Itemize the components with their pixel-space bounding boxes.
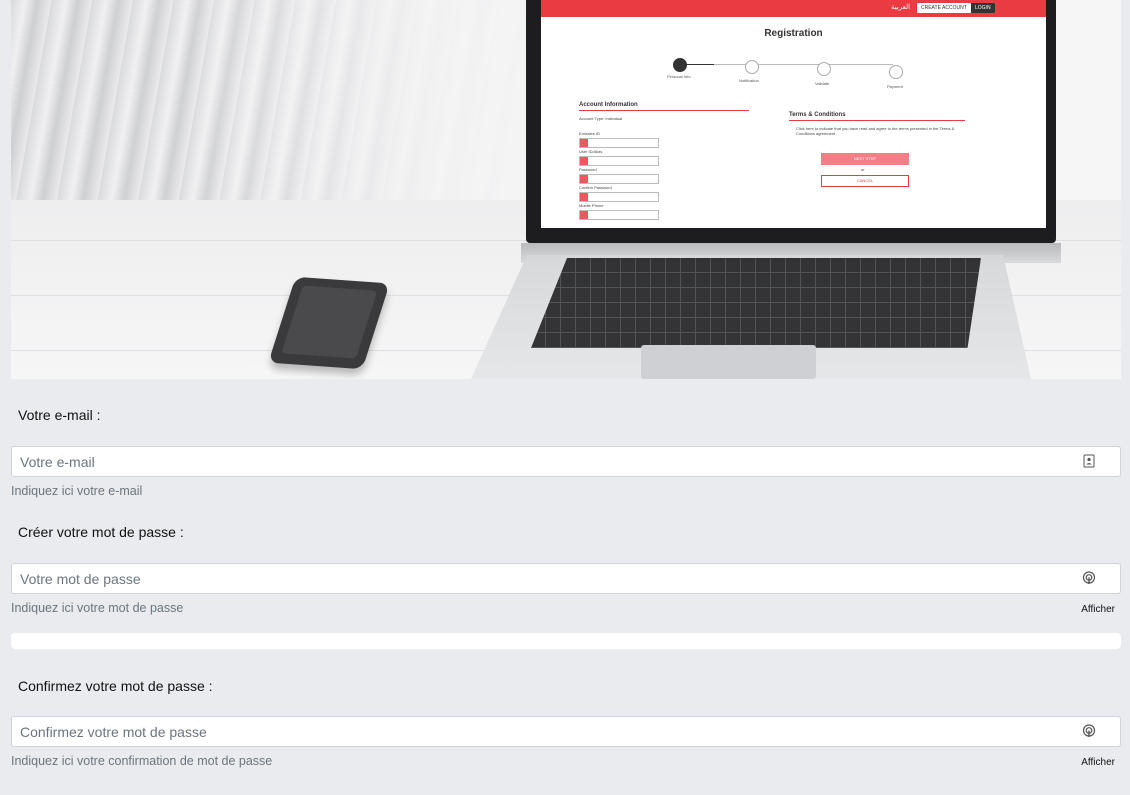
confirm-password-input[interactable]: [12, 717, 1062, 746]
screen-topbar: العربية CREATE ACCOUNT LOGIN: [541, 0, 1046, 17]
password-strength-bar: [11, 633, 1121, 649]
show-confirm-password-toggle[interactable]: Afficher: [1081, 757, 1115, 768]
screen-stepper: Personal Info Notification Validate Paym…: [667, 58, 903, 89]
laptop-trackpad: [641, 345, 816, 379]
step-label: Payment: [887, 84, 903, 89]
step-marker: [673, 58, 687, 72]
email-label: Votre e-mail :: [18, 407, 101, 423]
screen-field-input: [579, 210, 659, 220]
screen-title: Registration: [764, 28, 823, 39]
screen-language-link: العربية: [891, 3, 911, 11]
contact-card-icon: [1083, 454, 1095, 468]
step-marker: [889, 65, 903, 79]
password-input[interactable]: [12, 564, 1062, 593]
step-label: Notification: [739, 78, 759, 83]
confirm-password-field[interactable]: [11, 716, 1121, 747]
email-help-text: Indiquez ici votre e-mail: [11, 484, 143, 498]
screen-field-input: [579, 138, 659, 148]
laptop-keyboard: [531, 258, 981, 348]
stepper-line: [679, 64, 893, 65]
screen-field-label: Emirates ID: [579, 131, 600, 136]
email-field[interactable]: [11, 446, 1121, 477]
screen-field-input: [579, 192, 659, 202]
screen-create-account-button: CREATE ACCOUNT: [917, 3, 971, 13]
step-label: Personal Info: [667, 74, 691, 79]
screen-field-input: [579, 156, 659, 166]
step-marker: [817, 62, 831, 76]
screen-field-label: User ID/Alias: [579, 149, 603, 154]
screen-account-section: Account Information: [579, 102, 749, 111]
step-label: Validate: [815, 81, 830, 86]
password-label: Créer votre mot de passe :: [18, 524, 184, 540]
screen-field-label: Password: [579, 167, 597, 172]
screen-next-button: NEXT STEP: [821, 153, 909, 165]
screen-account-type: Account Type: Individual: [579, 116, 623, 121]
screen-cancel-button: CANCEL: [821, 175, 909, 187]
password-help-text: Indiquez ici votre mot de passe: [11, 601, 184, 615]
screen-login-button: LOGIN: [971, 3, 995, 13]
screen-field-input: [579, 174, 659, 184]
hero-image: العربية CREATE ACCOUNT LOGIN Registratio…: [11, 0, 1121, 379]
email-input[interactable]: [12, 447, 1062, 476]
confirm-password-help-text: Indiquez ici votre confirmation de mot d…: [11, 754, 273, 768]
screen-or-text: or: [861, 167, 865, 172]
screen-terms-section: Terms & Conditions: [789, 112, 965, 121]
keyboard-keys: [531, 258, 981, 348]
screen-field-label: Confirm Password: [579, 185, 612, 190]
step-marker: [745, 60, 759, 74]
password-field[interactable]: [11, 563, 1121, 594]
fingerprint-icon[interactable]: [1082, 724, 1096, 738]
screen-terms-text: Click here to indicate that you have rea…: [796, 126, 955, 136]
fingerprint-icon[interactable]: [1082, 571, 1096, 585]
confirm-password-label: Confirmez votre mot de passe :: [18, 678, 213, 694]
screen-field-label: Mobile Phone: [579, 203, 604, 208]
laptop-screen: العربية CREATE ACCOUNT LOGIN Registratio…: [541, 0, 1046, 228]
show-password-toggle[interactable]: Afficher: [1081, 604, 1115, 615]
